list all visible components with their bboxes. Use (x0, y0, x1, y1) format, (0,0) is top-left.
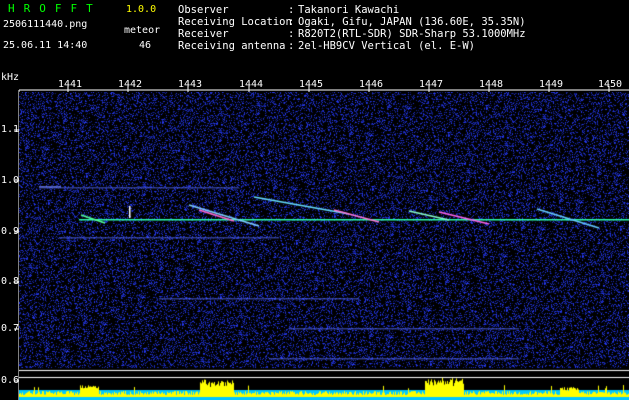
spectrogram-display (19, 92, 629, 400)
hrofft-window: HROFFT 1.0.0 2506111440.png meteor 25.06… (0, 0, 629, 400)
